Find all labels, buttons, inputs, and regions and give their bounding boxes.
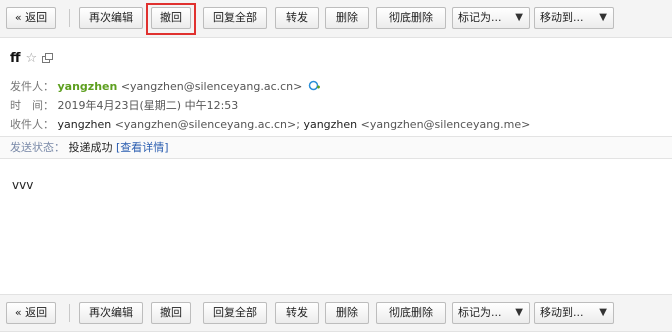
toolbar-divider [69,304,70,322]
move-to-dropdown[interactable]: 移动到... ▼ [534,7,614,29]
recipient-address: <yangzhen@silenceyang.ac.cn>; [114,118,300,131]
status-label: 发送状态： [10,141,65,154]
time-line: 时 间： 2019年4月23日(星期二) 中午12:53 [10,97,238,113]
forward-button[interactable]: 转发 [275,302,319,324]
toolbar-divider [69,9,70,27]
move-to-label: 移动到... [540,11,584,24]
move-to-label: 移动到... [540,306,584,319]
from-line: 发件人： yangzhen <yangzhen@silenceyang.ac.c… [10,78,321,94]
message-subject: ff [10,50,21,66]
status-details-link[interactable]: [查看详情] [116,141,169,154]
delete-button[interactable]: 删除 [325,302,369,324]
mark-as-dropdown[interactable]: 标记为... ▼ [452,7,530,29]
delete-button[interactable]: 删除 [325,7,369,29]
toolbar-top: « 返回 再次编辑 撤回 回复全部 转发 删除 彻底删除 标记为... ▼ 移动… [0,0,672,38]
to-line: 收件人： yangzhen <yangzhen@silenceyang.ac.c… [10,116,530,132]
from-label: 发件人： [10,80,54,93]
sender-name[interactable]: yangzhen [58,80,118,93]
purge-button[interactable]: 彻底删除 [376,302,446,324]
recipient-name[interactable]: yangzhen [58,118,112,131]
chevron-down-icon: ▼ [599,307,607,318]
time-value: 2019年4月23日(星期二) 中午12:53 [57,99,239,112]
delivery-status-row: 发送状态： 投递成功 [查看详情] [0,137,672,159]
mark-as-label: 标记为... [458,11,502,24]
mark-as-dropdown[interactable]: 标记为... ▼ [452,302,530,324]
subject-row: ff ☆ [10,50,54,66]
chevron-down-icon: ▼ [599,12,607,23]
move-to-dropdown[interactable]: 移动到... ▼ [534,302,614,324]
reedit-button[interactable]: 再次编辑 [79,7,143,29]
reply-all-button[interactable]: 回复全部 [203,302,267,324]
reply-all-button[interactable]: 回复全部 [203,7,267,29]
reedit-button[interactable]: 再次编辑 [79,302,143,324]
mark-as-label: 标记为... [458,306,502,319]
chevron-down-icon: ▼ [515,12,523,23]
star-icon[interactable]: ☆ [26,51,38,66]
recall-button[interactable]: 撤回 [151,7,191,29]
time-label: 时 间： [10,99,54,112]
forward-button[interactable]: 转发 [275,7,319,29]
status-value: 投递成功 [68,141,113,154]
message-body: vvv [12,178,34,192]
toolbar-bottom: « 返回 再次编辑 撤回 回复全部 转发 删除 彻底删除 标记为... ▼ 移动… [0,294,672,332]
recipient-address: <yangzhen@silenceyang.me> [360,118,531,131]
back-button[interactable]: « 返回 [6,302,56,324]
purge-button[interactable]: 彻底删除 [376,7,446,29]
to-label: 收件人： [10,118,54,131]
sender-address: <yangzhen@silenceyang.ac.cn> [120,80,303,93]
add-contact-icon[interactable] [308,80,321,92]
chevron-down-icon: ▼ [515,307,523,318]
recipient-name[interactable]: yangzhen [303,118,357,131]
recall-button[interactable]: 撤回 [151,302,191,324]
back-button[interactable]: « 返回 [6,7,56,29]
popout-icon[interactable] [42,53,54,63]
